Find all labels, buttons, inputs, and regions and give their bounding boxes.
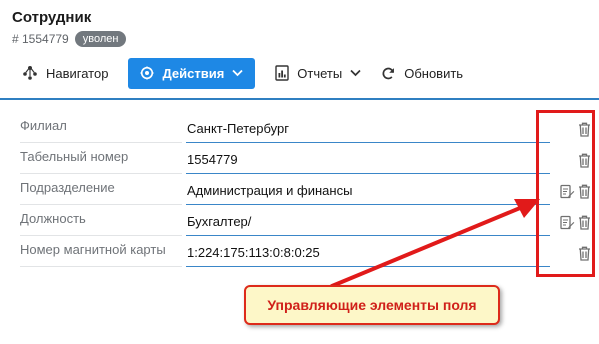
record-id: # 1554779 [12, 32, 69, 46]
field-value-underline [186, 266, 550, 267]
field-label: Должность [20, 211, 86, 226]
field-controls [556, 213, 592, 231]
actions-dropdown-button[interactable]: Действия [128, 57, 256, 89]
header-divider [0, 98, 599, 100]
field-label: Табельный номер [20, 149, 129, 164]
field-value[interactable]: Санкт-Петербург [187, 121, 527, 136]
edit-icon[interactable] [559, 183, 575, 199]
field-label: Номер магнитной карты [20, 242, 166, 257]
trash-icon[interactable] [576, 214, 592, 230]
field-row-personnel-number: Табельный номер 1554779 [20, 143, 592, 174]
chevron-down-icon [232, 69, 243, 77]
annotation-callout: Управляющие элементы поля [244, 285, 500, 325]
toolbar: Навигатор Действия Отчеты Обновить [12, 57, 473, 89]
trash-icon[interactable] [576, 183, 592, 199]
field-row-magnetic-card: Номер магнитной карты 1:224:175:113:0:8:… [20, 236, 592, 267]
field-controls [556, 151, 592, 169]
field-value[interactable]: 1554779 [187, 152, 527, 167]
callout-text: Управляющие элементы поля [267, 297, 477, 313]
report-icon [275, 65, 289, 81]
trash-icon[interactable] [576, 152, 592, 168]
refresh-label: Обновить [404, 65, 464, 81]
reports-dropdown-button[interactable]: Отчеты [265, 58, 371, 89]
field-controls [556, 244, 592, 262]
fields-list: Филиал Санкт-Петербург Табельный номер 1… [20, 112, 592, 267]
navigator-icon [22, 65, 38, 81]
edit-icon[interactable] [559, 214, 575, 230]
field-value[interactable]: Бухгалтер/ [187, 214, 527, 229]
navigator-button[interactable]: Навигатор [12, 58, 118, 89]
trash-icon[interactable] [576, 121, 592, 137]
field-value[interactable]: 1:224:175:113:0:8:0:25 [187, 245, 527, 260]
field-label: Филиал [20, 118, 67, 133]
status-badge: уволен [74, 31, 127, 47]
actions-icon [140, 66, 154, 80]
record-subline: # 1554779 уволен [12, 30, 599, 48]
field-value[interactable]: Администрация и финансы [187, 183, 527, 198]
field-controls [556, 120, 592, 138]
field-row-branch: Филиал Санкт-Петербург [20, 112, 592, 143]
reports-label: Отчеты [297, 65, 343, 81]
navigator-label: Навигатор [46, 65, 109, 81]
field-row-position: Должность Бухгалтер/ [20, 205, 592, 236]
field-label-underline [20, 266, 182, 267]
page-title: Сотрудник [12, 9, 92, 26]
trash-icon[interactable] [576, 245, 592, 261]
field-row-department: Подразделение Администрация и финансы [20, 174, 592, 205]
chevron-down-icon [350, 69, 361, 77]
actions-label: Действия [162, 65, 225, 81]
refresh-button[interactable]: Обновить [371, 58, 473, 89]
field-controls [556, 182, 592, 200]
field-label: Подразделение [20, 180, 115, 195]
refresh-icon [381, 66, 396, 81]
record-header: Сотрудник # 1554779 уволен [12, 8, 599, 48]
